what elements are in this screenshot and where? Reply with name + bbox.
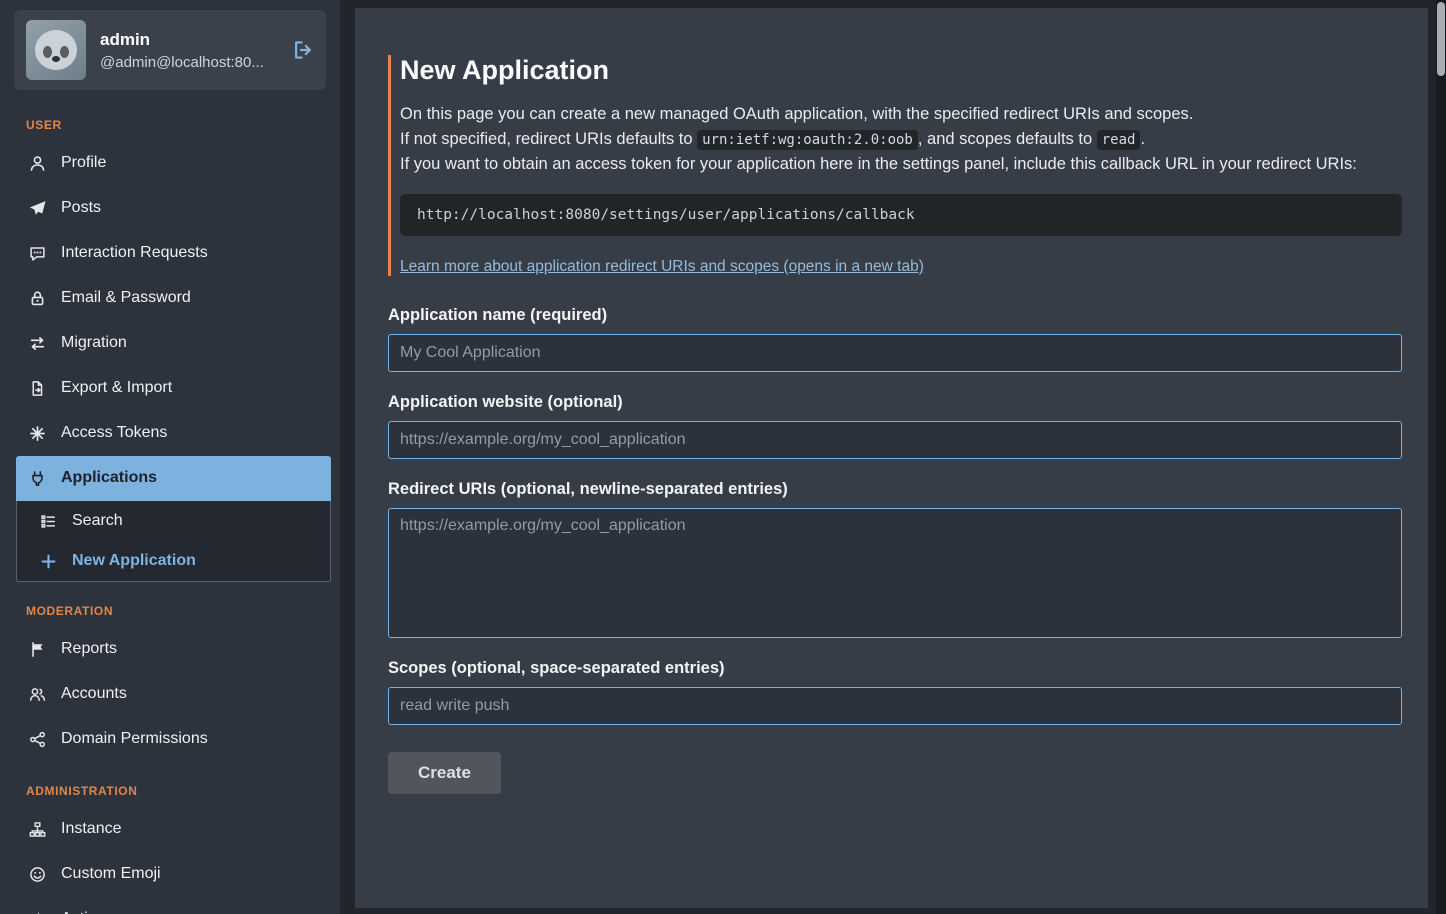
scrollbar-thumb[interactable] <box>1437 2 1445 76</box>
page-title: New Application <box>400 55 1402 86</box>
sidebar-item-email-password[interactable]: Email & Password <box>0 276 340 321</box>
field-redirect-uris: Redirect URIs (optional, newline-separat… <box>388 480 1402 638</box>
user-handle: @admin@localhost:80... <box>100 54 264 71</box>
inline-code-read: read <box>1097 130 1141 150</box>
application-name-input[interactable] <box>388 334 1402 372</box>
field-scopes: Scopes (optional, space-separated entrie… <box>388 659 1402 725</box>
callback-url-code: http://localhost:8080/settings/user/appl… <box>400 194 1402 236</box>
sidebar-item-label: Interaction Requests <box>61 242 208 264</box>
sidebar: admin @admin@localhost:80... USER Profil… <box>0 0 340 914</box>
intro-line-2-text-c: . <box>1140 130 1145 148</box>
sidebar-item-interaction-requests[interactable]: Interaction Requests <box>0 231 340 276</box>
sidebar-item-label: Email & Password <box>61 287 191 309</box>
file-export-icon <box>28 380 47 397</box>
share-nodes-icon <box>28 731 47 748</box>
flag-icon <box>28 641 47 658</box>
lock-icon <box>28 290 47 307</box>
section-label-user: USER <box>0 96 340 141</box>
sidebar-item-applications[interactable]: Applications <box>16 456 331 501</box>
redirect-uris-textarea[interactable] <box>388 508 1402 638</box>
logout-icon <box>292 39 314 61</box>
application-website-label: Application website (optional) <box>388 393 1402 412</box>
page-header: New Application On this page you can cre… <box>388 55 1402 276</box>
comment-icon <box>28 245 47 262</box>
scopes-input[interactable] <box>388 687 1402 725</box>
user-icon <box>28 155 47 172</box>
intro-line-2-text-b: , and scopes defaults to <box>918 130 1097 148</box>
field-application-website: Application website (optional) <box>388 393 1402 459</box>
user-meta: admin @admin@localhost:80... <box>100 30 264 71</box>
section-label-administration: ADMINISTRATION <box>0 762 340 807</box>
list-icon <box>39 513 58 530</box>
sidebar-item-label: Posts <box>61 197 101 219</box>
sidebar-item-label: Instance <box>61 818 121 840</box>
user-name: admin <box>100 30 264 50</box>
intro-line-2-text-a: If not specified, redirect URIs defaults… <box>400 130 697 148</box>
sidebar-item-reports[interactable]: Reports <box>0 627 340 672</box>
inline-code-oob: urn:ietf:wg:oauth:2.0:oob <box>697 130 918 150</box>
avatar <box>26 20 86 80</box>
sidebar-item-label: Actions <box>61 908 113 914</box>
sidebar-item-profile[interactable]: Profile <box>0 141 340 186</box>
sidebar-item-access-tokens[interactable]: Access Tokens <box>0 411 340 456</box>
sidebar-item-search[interactable]: Search <box>17 501 330 541</box>
logout-button[interactable] <box>292 39 314 61</box>
plus-icon <box>39 553 58 570</box>
arrows-left-right-icon <box>28 335 47 352</box>
sidebar-item-label: Domain Permissions <box>61 728 208 750</box>
sidebar-item-posts[interactable]: Posts <box>0 186 340 231</box>
applications-submenu: Search New Application <box>16 501 331 582</box>
plug-icon <box>28 470 47 487</box>
scrollbar[interactable] <box>1436 0 1446 914</box>
sidebar-item-domain-permissions[interactable]: Domain Permissions <box>0 717 340 762</box>
sidebar-item-label: Search <box>72 510 123 532</box>
sidebar-item-label: Access Tokens <box>61 422 167 444</box>
sidebar-item-label: Export & Import <box>61 377 172 399</box>
sidebar-item-migration[interactable]: Migration <box>0 321 340 366</box>
sidebar-item-instance[interactable]: Instance <box>0 807 340 852</box>
user-card: admin @admin@localhost:80... <box>14 10 326 90</box>
sidebar-item-new-application[interactable]: New Application <box>17 541 330 581</box>
redirect-uris-label: Redirect URIs (optional, newline-separat… <box>388 480 1402 499</box>
field-application-name: Application name (required) <box>388 306 1402 372</box>
sidebar-item-label: Migration <box>61 332 127 354</box>
application-name-label: Application name (required) <box>388 306 1402 325</box>
certificate-icon <box>28 425 47 442</box>
paper-plane-icon <box>28 200 47 217</box>
sidebar-item-label: Custom Emoji <box>61 863 161 885</box>
sidebar-item-export-import[interactable]: Export & Import <box>0 366 340 411</box>
settings-panel: New Application On this page you can cre… <box>355 8 1428 908</box>
application-website-input[interactable] <box>388 421 1402 459</box>
create-button[interactable]: Create <box>388 752 501 794</box>
bolt-icon <box>28 911 47 914</box>
sidebar-item-label: Profile <box>61 152 106 174</box>
intro-line-1: On this page you can create a new manage… <box>400 102 1402 127</box>
sidebar-item-label: New Application <box>72 550 196 572</box>
smiley-icon <box>28 866 47 883</box>
applications-group: Applications Search New Application <box>16 456 331 582</box>
new-application-form: Application name (required) Application … <box>388 306 1402 794</box>
scopes-label: Scopes (optional, space-separated entrie… <box>388 659 1402 678</box>
intro-line-3: If you want to obtain an access token fo… <box>400 152 1402 177</box>
sidebar-item-label: Reports <box>61 638 117 660</box>
main-area: New Application On this page you can cre… <box>340 0 1446 914</box>
sidebar-item-label: Accounts <box>61 683 127 705</box>
intro-line-2: If not specified, redirect URIs defaults… <box>400 127 1402 153</box>
sidebar-item-accounts[interactable]: Accounts <box>0 672 340 717</box>
sidebar-item-custom-emoji[interactable]: Custom Emoji <box>0 852 340 897</box>
sidebar-item-label: Applications <box>61 467 157 489</box>
users-icon <box>28 686 47 703</box>
sitemap-icon <box>28 821 47 838</box>
sidebar-item-actions[interactable]: Actions <box>0 897 340 914</box>
section-label-moderation: MODERATION <box>0 582 340 627</box>
learn-more-link[interactable]: Learn more about application redirect UR… <box>400 258 924 275</box>
